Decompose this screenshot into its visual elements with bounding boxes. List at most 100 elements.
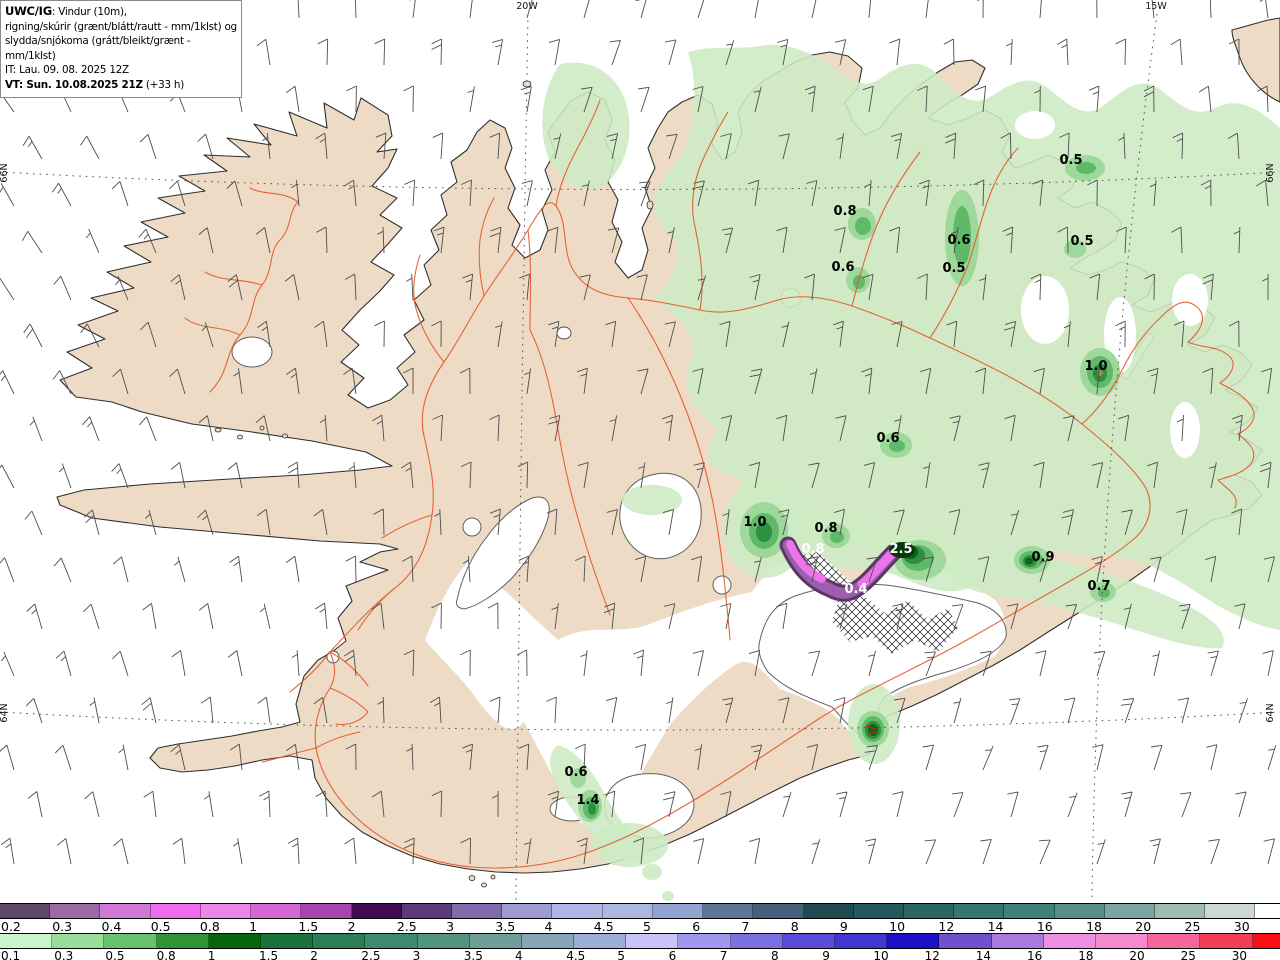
scale-segment [652, 904, 704, 918]
colour-scales: 0.2 0.3 0.4 0.5 0.8 1 1.5 2 2.5 3 3.5 4 4.5 5 6 7 8 9 10 12… [0, 903, 1280, 960]
sleet-snow-scale-labels: 0.2 0.3 0.4 0.5 0.8 1 1.5 2 2.5 3 3.5 4 4.5 5 6 7 8 9 10 12… [0, 920, 1280, 933]
scale-segment [0, 904, 51, 918]
scale-segment [313, 934, 366, 948]
scale-label: 4 [544, 919, 553, 934]
scale-segment [835, 934, 888, 948]
scale-segment [1205, 904, 1256, 918]
scale-label: 18 [1078, 949, 1094, 960]
scale-label: 3 [412, 949, 421, 960]
weather-forecast-screenshot: 20W 15W 66N 66N 64N 64N 0.8 0.6 0.6 0.5 0.5 0.5 1.0… [0, 0, 1280, 960]
scale-segment [782, 934, 835, 948]
scale-segment [1104, 904, 1156, 918]
legend-line-sleet: slydda/snjókoma (grátt/bleikt/grænt - mm… [5, 35, 191, 62]
scale-label: 3 [446, 919, 455, 934]
rain-scale-bar [0, 933, 1280, 949]
scale-label: 30 [1231, 949, 1248, 960]
scale-label: 8 [771, 949, 779, 960]
scale-label: 20 [1135, 919, 1152, 934]
scale-label: 4.5 [566, 949, 586, 960]
scale-label: 2.5 [396, 919, 417, 934]
scale-segment [50, 904, 101, 918]
scale-segment [1148, 934, 1201, 948]
scale-label: 14 [975, 949, 992, 960]
scale-label: 0.4 [101, 919, 122, 934]
legend-line-rain: rigning/skúrir (grænt/blátt/rautt - mm/1… [5, 20, 237, 33]
scale-label: 1.5 [298, 919, 319, 934]
scale-label: 0.5 [105, 949, 125, 960]
scale-segment [365, 934, 418, 948]
scale-segment [200, 904, 252, 918]
precip-value: 2.5 [889, 542, 912, 557]
scale-label: 5 [643, 919, 651, 934]
scale-segment [730, 934, 783, 948]
scale-segment [1155, 904, 1206, 918]
scale-segment [1255, 904, 1280, 918]
scale-segment [502, 904, 553, 918]
scale-label: 1 [249, 919, 258, 934]
scale-segment [156, 934, 209, 948]
legend-init-time: IT: Lau. 09. 08. 2025 12Z [5, 64, 129, 77]
precip-value: 1.4 [576, 793, 599, 808]
scale-segment [1054, 904, 1105, 918]
scale-segment [104, 934, 157, 948]
scale-label: 0.8 [199, 919, 220, 934]
scale-label: 9 [839, 919, 848, 934]
scale-segment [626, 934, 679, 948]
scale-segment [351, 904, 402, 918]
precip-value: 1.0 [1084, 359, 1107, 374]
rain-scale-labels: 0.1 0.3 0.5 0.8 1 1.5 2 2.5 3 3.5 4 4.5 5 6 7 8 9 10 12 14 1… [0, 950, 1280, 960]
precip-value: 0.6 [831, 260, 854, 275]
scale-segment [251, 904, 302, 918]
scale-segment [301, 904, 352, 918]
scale-label: 6 [668, 949, 677, 960]
scale-segment [678, 934, 731, 948]
precip-value: 0.9 [1031, 550, 1054, 565]
precip-value: 0.6 [947, 233, 970, 248]
scale-label: 5 [617, 949, 626, 960]
scale-segment [853, 904, 904, 918]
scale-segment [703, 904, 754, 918]
precip-value: 0.4 [844, 582, 867, 597]
scale-label: 18 [1086, 919, 1102, 934]
scale-label: 0.1 [1, 949, 21, 960]
weather-map: 20W 15W 66N 66N 64N 64N 0.8 0.6 0.6 0.5 0.5 0.5 1.0… [0, 0, 1280, 903]
scale-label: 10 [889, 919, 906, 934]
scale-label: 8 [790, 919, 799, 934]
scale-segment [954, 904, 1005, 918]
scale-label: 30 [1233, 919, 1250, 934]
graticule-label: 64N [1265, 703, 1276, 722]
precip-value: 0.5 [1059, 153, 1082, 168]
scale-segment [602, 904, 653, 918]
scale-label: 1 [207, 949, 216, 960]
scale-label: 3.5 [463, 949, 483, 960]
scale-segment [887, 934, 940, 948]
graticule-label: 15W [1145, 1, 1167, 12]
scale-segment [208, 934, 261, 948]
scale-label: 25 [1180, 949, 1196, 960]
legend-box: UWC/IG: Vindur (10m), rigning/skúrir (gr… [0, 0, 242, 98]
scale-label: 1.5 [259, 949, 279, 960]
scale-label: 25 [1184, 919, 1201, 934]
scale-label: 16 [1036, 919, 1053, 934]
precip-value: 0.8 [833, 204, 856, 219]
scale-segment [1043, 934, 1096, 948]
graticule-label: 66N [1265, 163, 1276, 182]
scale-segment [1095, 934, 1149, 948]
scale-label: 10 [873, 949, 889, 960]
scale-label: 14 [987, 919, 1004, 934]
scale-segment [150, 904, 201, 918]
scale-label: 0.8 [156, 949, 176, 960]
scale-segment [1252, 934, 1280, 948]
sleet-snow-scale-bar [0, 903, 1280, 919]
scale-label: 7 [741, 919, 750, 934]
scale-label: 4.5 [593, 919, 614, 934]
scale-segment [1004, 904, 1055, 918]
glacier-tungnafellsjokull [712, 575, 732, 595]
scale-label: 0.3 [54, 949, 74, 960]
scale-label: 4 [515, 949, 523, 960]
legend-valid-time: VT: Sun. 10.08.2025 21Z (+33 h) [5, 78, 185, 91]
scale-segment [574, 934, 627, 948]
precip-value: 0.5 [942, 261, 965, 276]
scale-label: 16 [1027, 949, 1043, 960]
scale-segment [552, 904, 603, 918]
